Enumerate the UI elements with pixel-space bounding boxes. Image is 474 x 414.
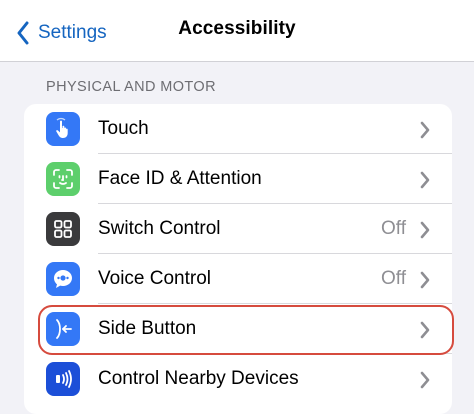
voice-control-icon [46,262,80,296]
settings-row-side-button[interactable]: Side Button [24,304,452,354]
page-title: Accessibility [178,18,296,39]
chevron-right-icon [418,170,432,190]
settings-row-control-nearby-devices[interactable]: Control Nearby Devices [24,354,452,404]
nearby-devices-icon [46,362,80,396]
settings-row-touch[interactable]: Touch [24,104,452,154]
settings-row-label: Face ID & Attention [98,168,262,189]
side-button-icon [46,312,80,346]
settings-row-label: Touch [98,118,149,139]
settings-row-label: Side Button [98,318,197,339]
chevron-right-icon [418,120,432,140]
settings-row-voice-control[interactable]: Voice Control Off [24,254,452,304]
hand-point-icon [46,112,80,146]
settings-row-label: Switch Control [98,218,221,239]
section-header-physical-motor: PHYSICAL AND MOTOR [46,79,216,95]
settings-row-label: Control Nearby Devices [98,368,299,389]
chevron-right-icon [418,370,432,390]
chevron-right-icon [418,320,432,340]
switch-control-grid-icon [46,212,80,246]
chevron-right-icon [418,270,432,290]
face-id-icon [46,162,80,196]
settings-row-face-id[interactable]: Face ID & Attention [24,154,452,204]
settings-group: Touch Face ID & Attention Switch Control… [24,104,452,414]
settings-row-value: Off [381,268,406,289]
settings-row-switch-control[interactable]: Switch Control Off [24,204,452,254]
chevron-right-icon [418,220,432,240]
navigation-bar: Settings Accessibility [0,0,474,62]
settings-row-label: Voice Control [98,268,212,289]
settings-row-value: Off [381,218,406,239]
